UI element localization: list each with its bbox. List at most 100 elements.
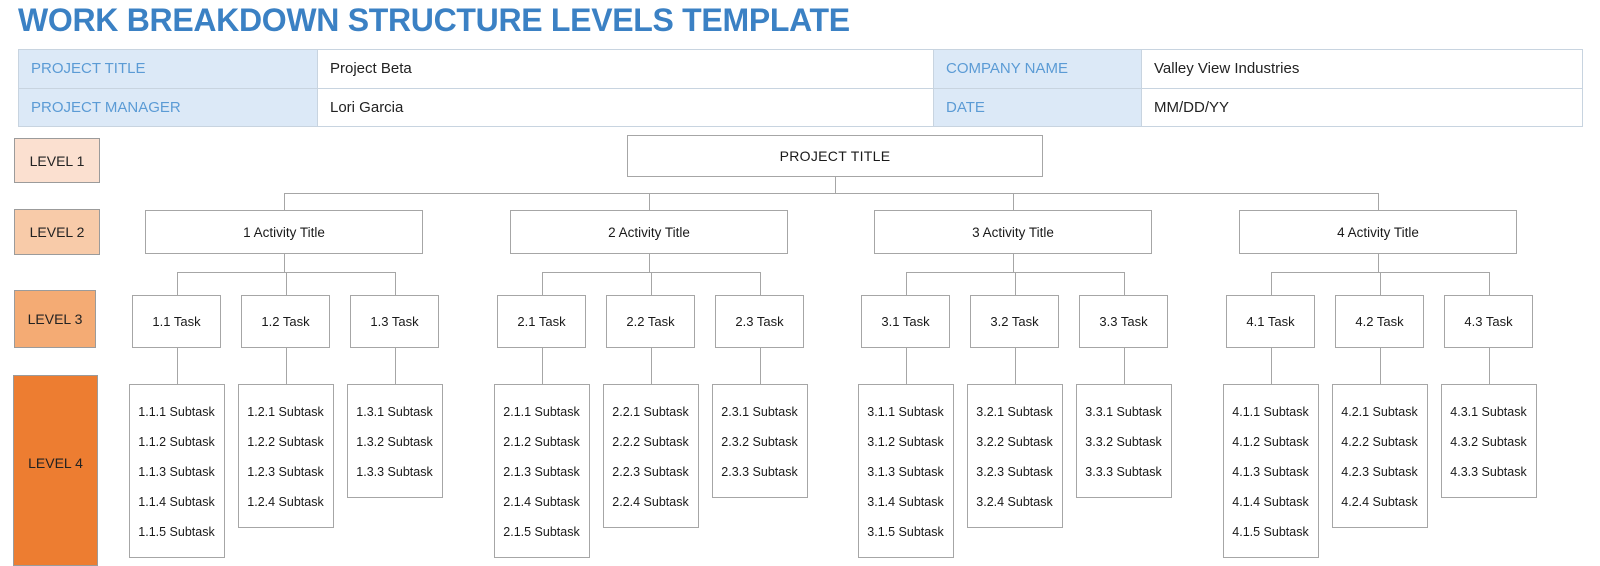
subtask-item[interactable]: 1.1.2 Subtask: [138, 427, 214, 457]
subtask-item[interactable]: 2.1.1 Subtask: [503, 397, 579, 427]
subtask-item[interactable]: 2.2.4 Subtask: [612, 487, 688, 517]
task-node-1-2[interactable]: 1.2 Task: [241, 295, 330, 348]
company-name-value[interactable]: Valley View Industries: [1141, 49, 1583, 89]
subtask-item[interactable]: 4.1.4 Subtask: [1232, 487, 1308, 517]
connector-line: [649, 254, 650, 272]
subtask-item[interactable]: 3.1.3 Subtask: [867, 457, 943, 487]
task-node-2-2[interactable]: 2.2 Task: [606, 295, 695, 348]
subtask-item[interactable]: 4.1.3 Subtask: [1232, 457, 1308, 487]
task-node-2-3[interactable]: 2.3 Task: [715, 295, 804, 348]
subtask-item[interactable]: 3.1.2 Subtask: [867, 427, 943, 457]
connector-line: [1013, 254, 1014, 272]
activity-node-1[interactable]: 1 Activity Title: [145, 210, 423, 254]
subtask-item[interactable]: 4.2.1 Subtask: [1341, 397, 1417, 427]
subtask-group-4-1[interactable]: 4.1.1 Subtask 4.1.2 Subtask 4.1.3 Subtask 4…: [1222, 384, 1319, 558]
connector-line: [285, 348, 287, 384]
connector-line: [1123, 348, 1125, 384]
task-node-2-1[interactable]: 2.1 Task: [497, 295, 586, 348]
subtask-group-2-1[interactable]: 2.1.1 Subtask 2.1.2 Subtask 2.1.3 Subtask 2…: [493, 384, 590, 558]
subtask-group-4-3[interactable]: 4.3.1 Subtask 4.3.2 Subtask 4.3.3 Subtask: [1440, 384, 1537, 498]
subtask-item[interactable]: 3.1.5 Subtask: [867, 517, 943, 547]
subtask-item[interactable]: 1.2.2 Subtask: [247, 427, 323, 457]
project-manager-value[interactable]: Lori Garcia: [317, 87, 934, 127]
connector-line: [541, 272, 543, 295]
subtask-item[interactable]: 2.1.4 Subtask: [503, 487, 579, 517]
connector-line: [176, 348, 178, 384]
task-node-3-1[interactable]: 3.1 Task: [861, 295, 950, 348]
subtask-item[interactable]: 4.2.4 Subtask: [1341, 487, 1417, 517]
level-badge-4-label: LEVEL 4: [28, 454, 83, 471]
connector-line: [905, 272, 907, 295]
subtask-item[interactable]: 1.3.1 Subtask: [356, 397, 432, 427]
activity-node-3[interactable]: 3 Activity Title: [874, 210, 1152, 254]
subtask-item[interactable]: 3.3.3 Subtask: [1085, 457, 1161, 487]
subtask-item[interactable]: 2.3.3 Subtask: [721, 457, 797, 487]
subtask-group-3-2[interactable]: 3.2.1 Subtask 3.2.2 Subtask 3.2.3 Subtask 3…: [966, 384, 1063, 528]
subtask-item[interactable]: 1.1.1 Subtask: [138, 397, 214, 427]
subtask-item[interactable]: 1.3.2 Subtask: [356, 427, 432, 457]
subtask-item[interactable]: 2.1.5 Subtask: [503, 517, 579, 547]
connector-line: [1270, 272, 1272, 295]
subtask-item[interactable]: 3.2.2 Subtask: [976, 427, 1052, 457]
subtask-item[interactable]: 3.2.4 Subtask: [976, 487, 1052, 517]
task-node-4-3[interactable]: 4.3 Task: [1444, 295, 1533, 348]
subtask-item[interactable]: 4.3.2 Subtask: [1450, 427, 1526, 457]
connector-line: [1013, 193, 1014, 210]
subtask-item[interactable]: 4.1.5 Subtask: [1232, 517, 1308, 547]
activity-node-4[interactable]: 4 Activity Title: [1239, 210, 1517, 254]
subtask-item[interactable]: 3.3.1 Subtask: [1085, 397, 1161, 427]
subtask-item[interactable]: 3.2.3 Subtask: [976, 457, 1052, 487]
task-node-4-1[interactable]: 4.1 Task: [1226, 295, 1315, 348]
subtask-item[interactable]: 3.2.1 Subtask: [976, 397, 1052, 427]
subtask-group-2-3[interactable]: 2.3.1 Subtask 2.3.2 Subtask 2.3.3 Subtask: [711, 384, 808, 498]
subtask-item[interactable]: 1.1.5 Subtask: [138, 517, 214, 547]
subtask-item[interactable]: 4.1.1 Subtask: [1232, 397, 1308, 427]
subtask-item[interactable]: 2.1.2 Subtask: [503, 427, 579, 457]
subtask-group-3-1[interactable]: 3.1.1 Subtask 3.1.2 Subtask 3.1.3 Subtask 3…: [857, 384, 954, 558]
subtask-item[interactable]: 1.1.4 Subtask: [138, 487, 214, 517]
subtask-group-2-2[interactable]: 2.2.1 Subtask 2.2.2 Subtask 2.2.3 Subtask 2…: [602, 384, 699, 528]
connector-line: [650, 272, 652, 295]
connector-line: [759, 348, 761, 384]
subtask-item[interactable]: 1.2.1 Subtask: [247, 397, 323, 427]
subtask-item[interactable]: 1.1.3 Subtask: [138, 457, 214, 487]
project-title-value[interactable]: Project Beta: [317, 49, 934, 89]
subtask-item[interactable]: 3.3.2 Subtask: [1085, 427, 1161, 457]
subtask-group-1-2[interactable]: 1.2.1 Subtask 1.2.2 Subtask 1.2.3 Subtask 1…: [237, 384, 334, 528]
subtask-item[interactable]: 2.2.1 Subtask: [612, 397, 688, 427]
task-node-3-2[interactable]: 3.2 Task: [970, 295, 1059, 348]
subtask-item[interactable]: 2.3.2 Subtask: [721, 427, 797, 457]
subtask-group-4-2[interactable]: 4.2.1 Subtask 4.2.2 Subtask 4.2.3 Subtask 4…: [1331, 384, 1428, 528]
subtask-item[interactable]: 3.1.4 Subtask: [867, 487, 943, 517]
level-badge-1-label: LEVEL 1: [29, 152, 85, 169]
level-badge-2-label: LEVEL 2: [29, 224, 85, 240]
subtask-item[interactable]: 2.2.2 Subtask: [612, 427, 688, 457]
connector-line: [1488, 348, 1490, 384]
subtask-item[interactable]: 2.3.1 Subtask: [721, 397, 797, 427]
subtask-item[interactable]: 4.3.3 Subtask: [1450, 457, 1526, 487]
task-node-4-2[interactable]: 4.2 Task: [1335, 295, 1424, 348]
subtask-item[interactable]: 3.1.1 Subtask: [867, 397, 943, 427]
root-node[interactable]: PROJECT TITLE: [627, 135, 1043, 177]
subtask-item[interactable]: 1.3.3 Subtask: [356, 457, 432, 487]
connector-line: [284, 254, 285, 272]
task-node-1-1[interactable]: 1.1 Task: [132, 295, 221, 348]
activity-node-2[interactable]: 2 Activity Title: [510, 210, 788, 254]
subtask-item[interactable]: 4.1.2 Subtask: [1232, 427, 1308, 457]
connector-line: [1014, 348, 1016, 384]
subtask-item[interactable]: 1.2.4 Subtask: [247, 487, 323, 517]
level-badge-3: LEVEL 3: [14, 290, 96, 348]
subtask-group-1-1[interactable]: 1.1.1 Subtask 1.1.2 Subtask 1.1.3 Subtask 1…: [128, 384, 225, 558]
task-node-3-3[interactable]: 3.3 Task: [1079, 295, 1168, 348]
date-value[interactable]: MM/DD/YY: [1141, 87, 1583, 127]
task-node-1-3[interactable]: 1.3 Task: [350, 295, 439, 348]
subtask-item[interactable]: 2.2.3 Subtask: [612, 457, 688, 487]
subtask-group-3-3[interactable]: 3.3.1 Subtask 3.3.2 Subtask 3.3.3 Subtask: [1075, 384, 1172, 498]
subtask-item[interactable]: 1.2.3 Subtask: [247, 457, 323, 487]
subtask-item[interactable]: 4.3.1 Subtask: [1450, 397, 1526, 427]
subtask-group-1-3[interactable]: 1.3.1 Subtask 1.3.2 Subtask 1.3.3 Subtask: [346, 384, 443, 498]
subtask-item[interactable]: 4.2.2 Subtask: [1341, 427, 1417, 457]
connector-line: [1378, 254, 1379, 272]
subtask-item[interactable]: 2.1.3 Subtask: [503, 457, 579, 487]
subtask-item[interactable]: 4.2.3 Subtask: [1341, 457, 1417, 487]
